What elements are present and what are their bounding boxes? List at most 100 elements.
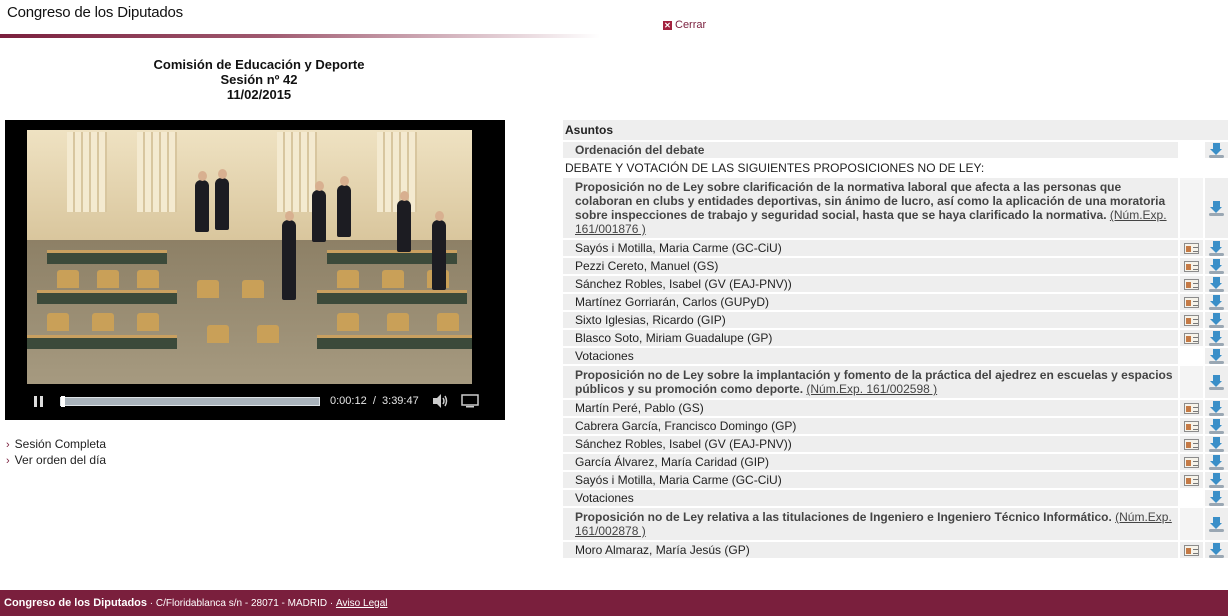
icon-cell (1180, 508, 1203, 540)
download-icon[interactable] (1209, 312, 1224, 328)
speaker-card-icon[interactable] (1184, 296, 1199, 308)
fullscreen-icon[interactable] (460, 394, 479, 408)
proposal-text: Proposición no de Ley sobre clarificació… (575, 180, 1166, 222)
speaker-name: Sánchez Robles, Isabel (GV (EAJ-PNV)) (563, 436, 1178, 452)
icon-cell (1180, 366, 1203, 398)
duration: 3:39:47 (382, 395, 419, 407)
download-icon[interactable] (1209, 348, 1224, 364)
download-icon[interactable] (1209, 258, 1224, 274)
speaker-row: Blasco Soto, Miriam Guadalupe (GP) (563, 330, 1228, 346)
icon-cell (1180, 240, 1203, 256)
speaker-card-icon[interactable] (1184, 402, 1199, 414)
pause-icon[interactable] (26, 387, 50, 415)
session-info: Comisión de Educación y Deporte Sesión n… (100, 57, 418, 102)
download-icon[interactable] (1209, 400, 1224, 416)
speaker-row: Martín Peré, Pablo (GS) (563, 400, 1228, 416)
proposal-title: Proposición no de Ley relativa a las tit… (563, 508, 1178, 540)
speaker-card-icon[interactable] (1184, 260, 1199, 272)
speaker-card-icon[interactable] (1184, 242, 1199, 254)
speaker-card-icon[interactable] (1184, 438, 1199, 450)
speaker-card-icon[interactable] (1184, 474, 1199, 486)
speaker-card-icon[interactable] (1184, 456, 1199, 468)
icon-cell (1205, 276, 1228, 292)
icon-cell (1180, 542, 1203, 558)
full-session-label: Sesión Completa (14, 437, 107, 451)
proposal-row: Proposición no de Ley relativa a las tit… (563, 508, 1228, 540)
close-link[interactable]: ✕ Cerrar (663, 19, 706, 31)
speaker-name: Sixto Iglesias, Ricardo (GIP) (563, 312, 1178, 328)
download-icon[interactable] (1209, 454, 1224, 470)
icon-cell (1205, 490, 1228, 506)
speaker-card-icon[interactable] (1184, 544, 1199, 556)
session-links: › Sesión Completa › Ver orden del día (6, 437, 106, 469)
download-icon[interactable] (1209, 436, 1224, 452)
full-session-link[interactable]: › Sesión Completa (6, 437, 106, 453)
download-icon[interactable] (1209, 200, 1224, 216)
speaker-name: Pezzi Cereto, Manuel (GS) (563, 258, 1178, 274)
proposal-row: Proposición no de Ley sobre la implantac… (563, 366, 1228, 398)
download-icon[interactable] (1209, 516, 1224, 532)
video-player[interactable]: 0:00:12 / 3:39:47 (5, 120, 505, 420)
speaker-name: Sánchez Robles, Isabel (GV (EAJ-PNV)) (563, 276, 1178, 292)
speaker-card-icon[interactable] (1184, 314, 1199, 326)
download-icon[interactable] (1209, 374, 1224, 390)
agenda-link[interactable]: › Ver orden del día (6, 453, 106, 469)
download-icon[interactable] (1209, 330, 1224, 346)
session-date: 11/02/2015 (226, 87, 292, 102)
time-display: 0:00:12 / 3:39:47 (330, 395, 419, 407)
icon-cell (1180, 348, 1203, 364)
progress-handle[interactable] (61, 395, 66, 407)
icon-cell (1205, 454, 1228, 470)
download-icon[interactable] (1209, 472, 1224, 488)
agenda-items: Proposición no de Ley sobre clarificació… (563, 178, 1228, 558)
chevron-right-icon: › (6, 455, 10, 467)
icon-cell (1205, 178, 1228, 238)
icon-cell (1180, 418, 1203, 434)
speaker-row: Sayós i Motilla, Maria Carme (GC-CiU) (563, 240, 1228, 256)
download-icon[interactable] (1209, 142, 1224, 158)
site-title: Congreso de los Diputados (7, 4, 183, 21)
icon-cell (1180, 400, 1203, 416)
speaker-row: Martínez Gorriarán, Carlos (GUPyD) (563, 294, 1228, 310)
icon-cell (1205, 142, 1228, 158)
proposal-row: Proposición no de Ley sobre clarificació… (563, 178, 1228, 238)
votes-label: Votaciones (563, 490, 1178, 506)
header-bar (0, 34, 600, 38)
close-icon: ✕ (663, 20, 672, 30)
chevron-right-icon: › (6, 439, 10, 451)
debate-heading: DEBATE Y VOTACIÓN DE LAS SIGUIENTES PROP… (565, 161, 985, 175)
debate-heading-row: DEBATE Y VOTACIÓN DE LAS SIGUIENTES PROP… (563, 160, 1228, 176)
download-icon[interactable] (1209, 542, 1224, 558)
speaker-name: García Álvarez, María Caridad (GIP) (563, 454, 1178, 470)
download-icon[interactable] (1209, 418, 1224, 434)
speaker-name: Martín Peré, Pablo (GS) (563, 400, 1178, 416)
speaker-name: Blasco Soto, Miriam Guadalupe (GP) (563, 330, 1178, 346)
legal-notice-link[interactable]: Aviso Legal (336, 598, 388, 609)
icon-cell (1180, 330, 1203, 346)
volume-icon[interactable] (431, 393, 449, 409)
icon-cell (1205, 240, 1228, 256)
icon-cell (1205, 258, 1228, 274)
video-frame[interactable] (27, 130, 472, 384)
expedient-link[interactable]: (Núm.Exp. 161/002598 ) (806, 382, 937, 396)
speaker-card-icon[interactable] (1184, 420, 1199, 432)
speaker-name: Sayós i Motilla, Maria Carme (GC-CiU) (563, 240, 1178, 256)
speaker-name: Moro Almaraz, María Jesús (GP) (563, 542, 1178, 558)
speaker-name: Cabrera García, Francisco Domingo (GP) (563, 418, 1178, 434)
proposal-text: Proposición no de Ley relativa a las tit… (575, 510, 1112, 524)
footer: Congreso de los Diputados · C/Floridabla… (0, 590, 1228, 616)
session-number: Sesión nº 42 (220, 72, 298, 87)
download-icon[interactable] (1209, 240, 1224, 256)
icon-cell (1180, 276, 1203, 292)
votes-label: Votaciones (563, 348, 1178, 364)
votes-row: Votaciones (563, 490, 1228, 506)
speaker-card-icon[interactable] (1184, 332, 1199, 344)
download-icon[interactable] (1209, 490, 1224, 506)
icon-cell (1205, 294, 1228, 310)
download-icon[interactable] (1209, 294, 1224, 310)
footer-address: · C/Floridablanca s/n - 28071 - MADRID · (147, 597, 336, 609)
download-icon[interactable] (1209, 276, 1224, 292)
icon-cell (1180, 142, 1203, 158)
speaker-card-icon[interactable] (1184, 278, 1199, 290)
progress-bar[interactable] (60, 395, 320, 407)
